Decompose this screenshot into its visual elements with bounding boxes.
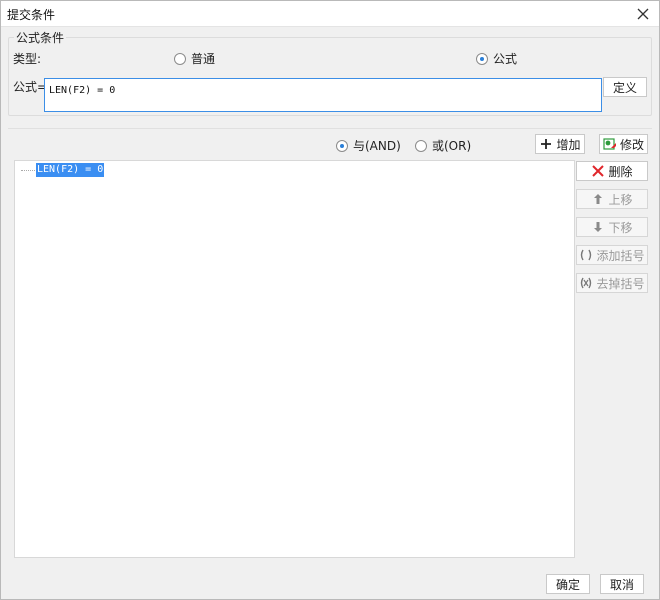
- delete-button[interactable]: 删除: [576, 161, 648, 181]
- cancel-button-label: 取消: [609, 577, 634, 592]
- group-legend: 公式条件: [14, 29, 67, 46]
- bracket-icon: [579, 248, 593, 262]
- formula-field[interactable]: LEN(F2) = 0: [44, 78, 602, 112]
- tree-connector: [21, 170, 35, 171]
- ok-button-label: 确定: [555, 577, 580, 592]
- radio-and[interactable]: 与(AND): [336, 137, 401, 154]
- define-button[interactable]: 定义: [603, 77, 647, 97]
- radio-or-circle: [415, 139, 427, 152]
- move-up-label: 上移: [608, 192, 633, 207]
- title-bar: 提交条件: [1, 1, 659, 27]
- radio-or[interactable]: 或(OR): [415, 137, 471, 154]
- modify-button[interactable]: 修改: [599, 134, 648, 154]
- submit-condition-dialog: 提交条件 公式条件 类型: 普通 公式 公式= LEN(F2) = 0 定义 与…: [0, 0, 660, 600]
- remove-bracket-button[interactable]: 去掉括号: [576, 273, 648, 293]
- add-button-label: 增加: [556, 137, 581, 152]
- radio-and-circle: [336, 139, 348, 152]
- formula-label: 公式=: [13, 80, 48, 94]
- move-down-button[interactable]: 下移: [576, 217, 648, 237]
- radio-formula-circle: [476, 52, 488, 65]
- close-button[interactable]: [627, 1, 659, 27]
- arrow-up-icon: [591, 192, 605, 206]
- remove-bracket-icon: [579, 276, 593, 290]
- cancel-button[interactable]: 取消: [600, 574, 644, 594]
- delete-button-label: 删除: [608, 164, 633, 179]
- radio-formula[interactable]: 公式: [476, 50, 517, 67]
- delete-icon: [591, 164, 605, 178]
- move-up-button[interactable]: 上移: [576, 189, 648, 209]
- tree-node[interactable]: LEN(F2) = 0: [36, 163, 105, 177]
- radio-normal-label: 普通: [191, 52, 216, 66]
- divider: [8, 128, 652, 129]
- radio-normal-circle: [174, 52, 186, 65]
- type-label: 类型:: [13, 52, 42, 66]
- define-button-label: 定义: [612, 80, 637, 95]
- dialog-title: 提交条件: [7, 8, 56, 22]
- arrow-down-icon: [591, 220, 605, 234]
- condition-tree[interactable]: LEN(F2) = 0: [14, 160, 575, 558]
- modify-icon: [603, 137, 617, 151]
- move-down-label: 下移: [608, 220, 633, 235]
- close-icon: [636, 7, 650, 21]
- add-button[interactable]: 增加: [535, 134, 585, 154]
- modify-button-label: 修改: [619, 137, 644, 152]
- radio-and-label: 与(AND): [353, 139, 401, 153]
- plus-icon: [539, 137, 553, 151]
- remove-bracket-label: 去掉括号: [596, 276, 645, 291]
- add-bracket-label: 添加括号: [596, 248, 645, 263]
- add-bracket-button[interactable]: 添加括号: [576, 245, 648, 265]
- radio-or-label: 或(OR): [432, 139, 472, 153]
- ok-button[interactable]: 确定: [546, 574, 590, 594]
- radio-normal[interactable]: 普通: [174, 50, 215, 67]
- radio-formula-label: 公式: [493, 52, 518, 66]
